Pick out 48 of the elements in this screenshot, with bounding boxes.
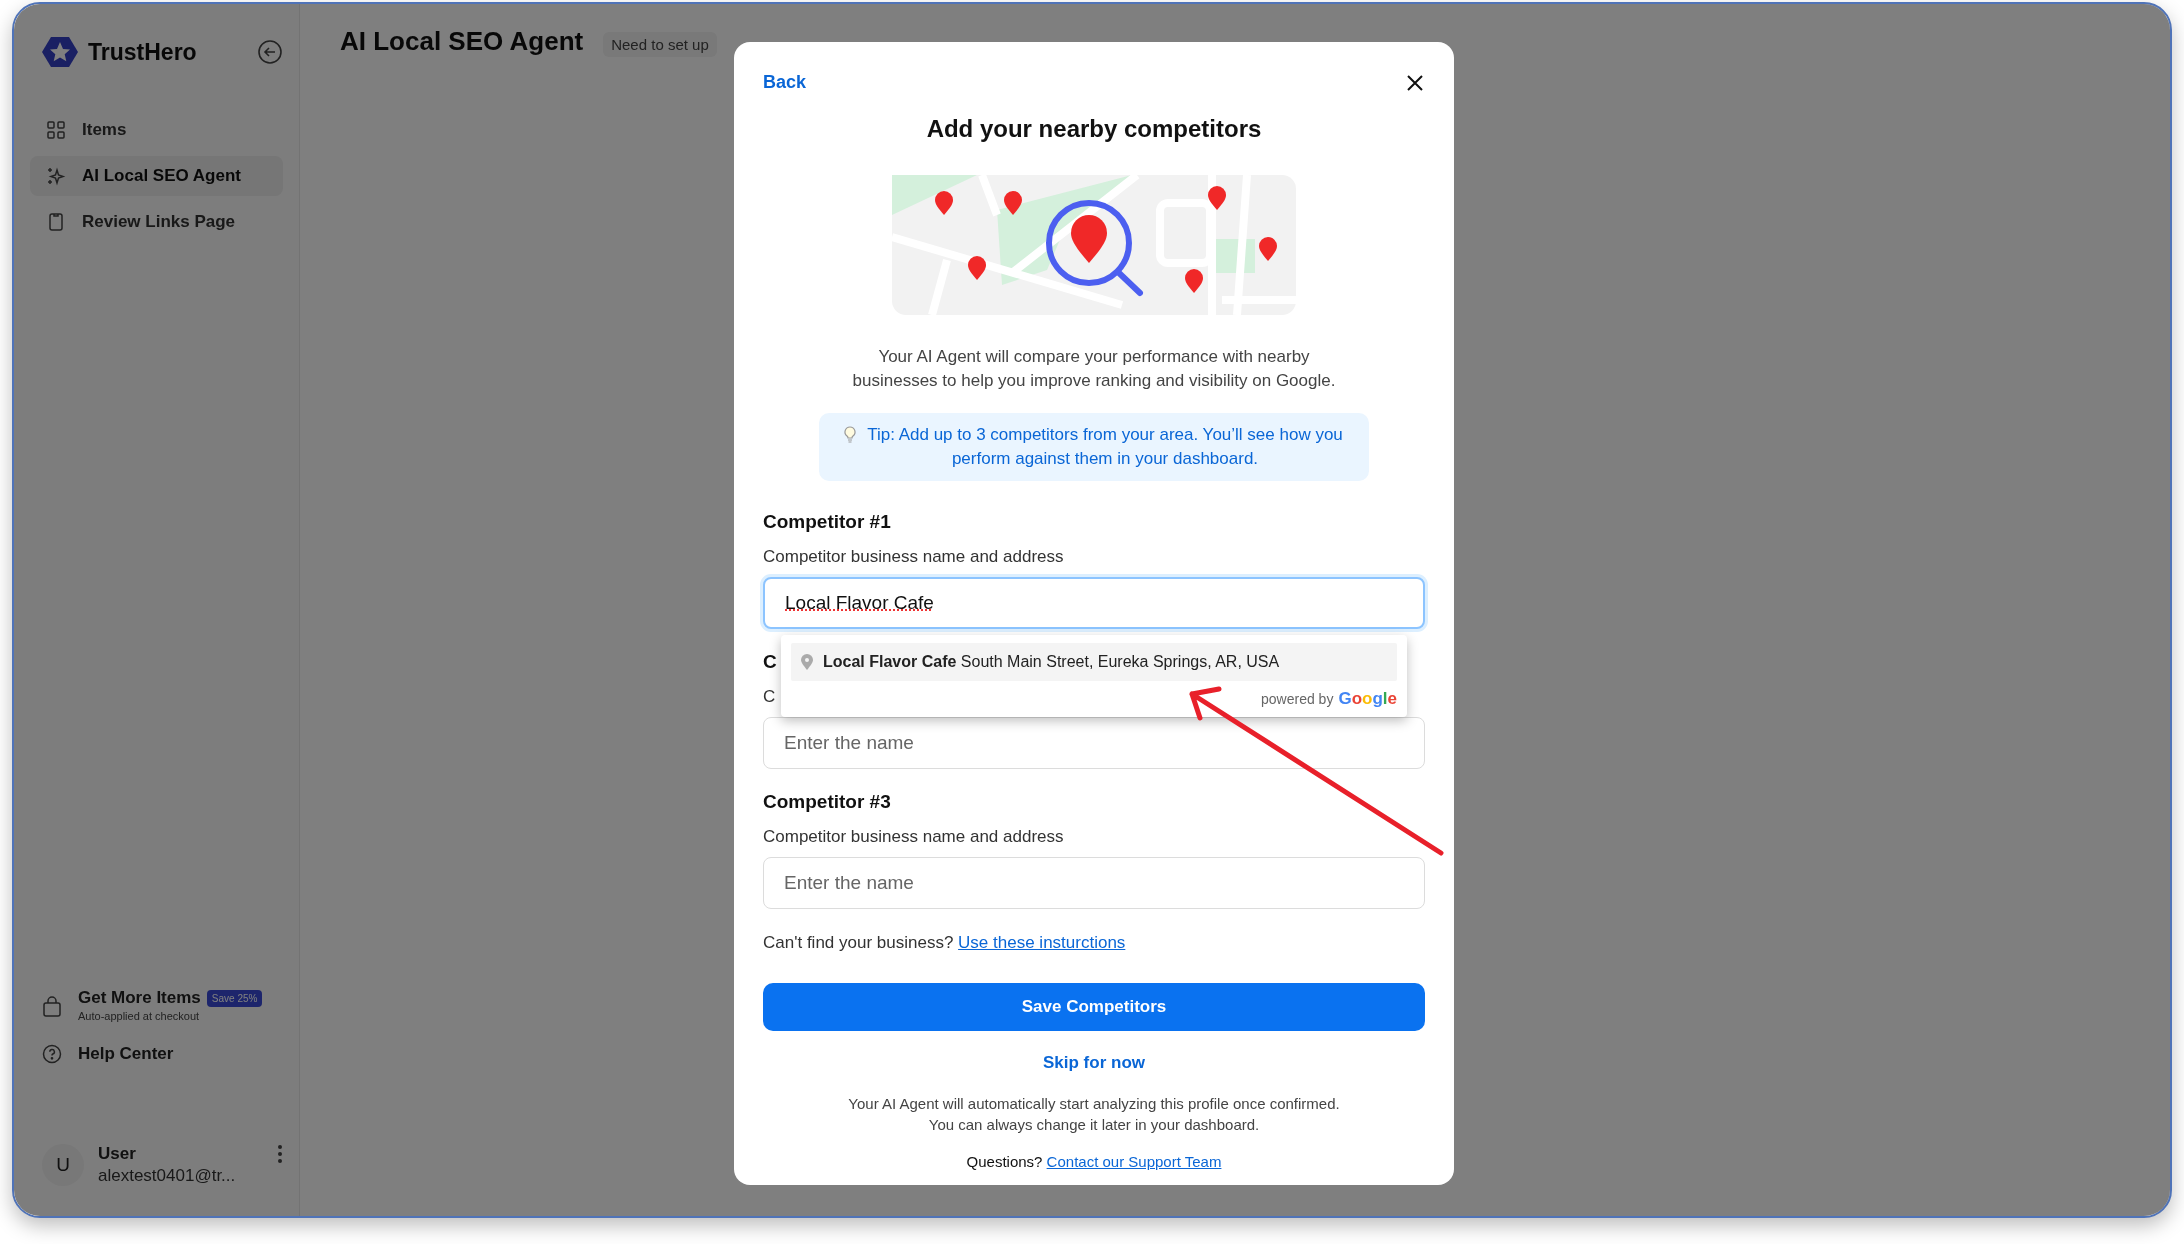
discount-badge: Save 25% bbox=[206, 989, 263, 1007]
collapse-icon[interactable] bbox=[257, 39, 283, 65]
user-avatar[interactable]: U bbox=[42, 1144, 84, 1186]
competitor-input[interactable]: Local Flavor Cafe bbox=[763, 577, 1425, 629]
help-sentence: Can't find your business? Use these insturctions bbox=[763, 933, 1127, 953]
skip-link[interactable]: Skip for now bbox=[1043, 1053, 1145, 1073]
questions-sentence: Questions? Contact our Support Team bbox=[965, 1153, 1223, 1170]
field-label: Competitor business name and address bbox=[763, 827, 1064, 847]
page-icon bbox=[46, 212, 66, 232]
promo-subtitle: Auto-applied at checkout bbox=[78, 1010, 201, 1022]
help-icon bbox=[42, 1044, 62, 1064]
field-label: C bbox=[763, 687, 776, 707]
attribution-text: powered by bbox=[1261, 691, 1334, 707]
description: Your AI Agent will compare your performance with nearby businesses to help you improve ranking and visibility on Google. bbox=[851, 346, 1337, 392]
competitor-heading: Competitor #3 bbox=[763, 791, 891, 813]
lightbulb-icon bbox=[843, 426, 857, 444]
competitor-input[interactable]: Enter the name bbox=[763, 857, 1425, 909]
brand-name: TrustHero bbox=[88, 38, 198, 66]
user-email: alextest0401@tr... bbox=[98, 1166, 237, 1186]
nav-item[interactable]: Review Links Page bbox=[30, 202, 283, 242]
nav-item[interactable]: Items bbox=[30, 110, 283, 150]
more-icon[interactable] bbox=[277, 1144, 283, 1164]
location-pin-icon bbox=[801, 654, 813, 670]
competitor-heading: C bbox=[763, 651, 777, 673]
grid-icon bbox=[46, 120, 66, 140]
promo-title[interactable]: Get More Items bbox=[78, 988, 201, 1008]
footer-note: You can always change it later in your dashboard. bbox=[927, 1115, 1261, 1135]
star-logo-icon bbox=[42, 34, 78, 70]
page-title: AI Local SEO Agent bbox=[340, 26, 584, 57]
suggestion-item[interactable]: Local Flavor Cafe South Main Street, Eureka Springs, AR, USA bbox=[791, 643, 1397, 681]
nav-item[interactable]: AI Local SEO Agent bbox=[30, 156, 283, 196]
status-badge: Need to set up bbox=[603, 32, 717, 57]
close-icon[interactable] bbox=[1405, 72, 1425, 93]
bag-icon bbox=[42, 996, 62, 1018]
google-logo: Google bbox=[1338, 689, 1397, 709]
tip-text: Tip: Add up to 3 competitors from your area. You’ll see how you perform against them in your dashboard. bbox=[866, 424, 1344, 470]
competitor-heading: Competitor #1 bbox=[763, 511, 891, 533]
footer-note: Your AI Agent will automatically start analyzing this profile once confirmed. bbox=[847, 1094, 1341, 1114]
field-label: Competitor business name and address bbox=[763, 547, 1064, 567]
back-link[interactable]: Back bbox=[763, 72, 807, 93]
support-link[interactable]: Contact our Support Team bbox=[1046, 1153, 1222, 1170]
sparkle-icon bbox=[46, 166, 66, 186]
competitor-input[interactable]: Enter the name bbox=[763, 717, 1425, 769]
save-button[interactable]: Save Competitors bbox=[763, 983, 1425, 1031]
dialog-title: Add your nearby competitors bbox=[925, 115, 1263, 143]
help-link[interactable]: Help Center bbox=[78, 1044, 174, 1064]
user-name: User bbox=[98, 1144, 137, 1164]
instructions-link[interactable]: Use these insturctions bbox=[958, 933, 1126, 952]
